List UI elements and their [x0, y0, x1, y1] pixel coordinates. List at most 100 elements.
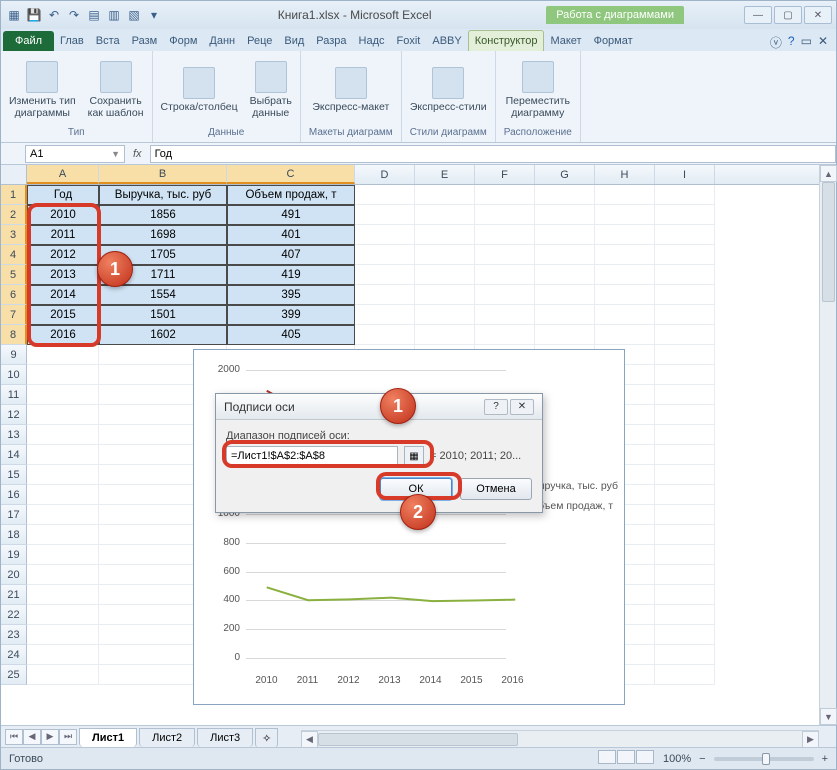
sheet-nav-prev-icon[interactable]: ◀ [23, 729, 41, 745]
cell[interactable] [535, 305, 595, 325]
cell[interactable] [655, 385, 715, 405]
minimize-ribbon-icon[interactable]: ⓥ [770, 34, 782, 51]
cell[interactable] [27, 385, 99, 405]
cell[interactable] [655, 245, 715, 265]
ribbon-tab[interactable]: Глав [54, 31, 90, 51]
cell[interactable]: 2010 [27, 205, 99, 225]
cell[interactable] [655, 645, 715, 665]
cell[interactable] [355, 245, 415, 265]
scroll-thumb[interactable] [318, 733, 518, 746]
cell[interactable]: 1501 [99, 305, 227, 325]
undo-icon[interactable]: ↶ [45, 6, 63, 24]
cell[interactable]: Год [27, 185, 99, 205]
spreadsheet-grid[interactable]: A B C D E F G H I 1ГодВыручка, тыс. рубО… [1, 165, 836, 725]
cell[interactable]: 399 [227, 305, 355, 325]
row-header[interactable]: 13 [1, 425, 27, 445]
cell[interactable] [595, 305, 655, 325]
cell[interactable] [27, 505, 99, 525]
cell[interactable] [595, 265, 655, 285]
cell[interactable] [355, 285, 415, 305]
cell[interactable] [595, 225, 655, 245]
cell[interactable]: 407 [227, 245, 355, 265]
new-sheet-tab[interactable]: ✧ [255, 728, 278, 748]
cell[interactable] [415, 185, 475, 205]
row-header[interactable]: 23 [1, 625, 27, 645]
scroll-right-icon[interactable]: ▶ [802, 731, 819, 748]
cancel-button[interactable]: Отмена [460, 478, 532, 500]
col-header[interactable]: H [595, 165, 655, 184]
cell[interactable] [27, 445, 99, 465]
row-header[interactable]: 24 [1, 645, 27, 665]
scroll-down-icon[interactable]: ▼ [820, 708, 837, 725]
cell[interactable] [655, 465, 715, 485]
cell[interactable] [27, 365, 99, 385]
ribbon-tab[interactable]: Foxit [391, 31, 427, 51]
window-restore-icon[interactable]: ▭ [801, 34, 812, 51]
cell[interactable]: 405 [227, 325, 355, 345]
sheet-tab[interactable]: Лист3 [197, 728, 253, 747]
row-header[interactable]: 20 [1, 565, 27, 585]
cell[interactable] [27, 625, 99, 645]
row-header[interactable]: 18 [1, 525, 27, 545]
cell[interactable] [475, 265, 535, 285]
cell[interactable] [415, 265, 475, 285]
cell[interactable] [27, 345, 99, 365]
cell[interactable] [595, 205, 655, 225]
cell[interactable] [655, 485, 715, 505]
scroll-left-icon[interactable]: ◀ [301, 731, 318, 748]
cell[interactable] [655, 225, 715, 245]
dialog-help-button[interactable]: ? [484, 399, 508, 415]
row-header[interactable]: 15 [1, 465, 27, 485]
select-all-corner[interactable] [1, 165, 27, 184]
cell[interactable] [535, 285, 595, 305]
ribbon-tab[interactable]: Вид [278, 31, 310, 51]
cell[interactable] [655, 285, 715, 305]
cell[interactable] [415, 305, 475, 325]
zoom-out-button[interactable]: − [699, 753, 705, 765]
save-template-button[interactable]: Сохранить как шаблон [88, 61, 144, 119]
cell[interactable] [355, 305, 415, 325]
scroll-thumb[interactable] [822, 182, 835, 302]
row-header[interactable]: 25 [1, 665, 27, 685]
cell[interactable] [655, 265, 715, 285]
cell[interactable]: 1698 [99, 225, 227, 245]
cell[interactable]: 2014 [27, 285, 99, 305]
row-header[interactable]: 1 [1, 185, 27, 205]
cell[interactable] [415, 245, 475, 265]
cell[interactable] [655, 565, 715, 585]
cell[interactable] [655, 325, 715, 345]
ribbon-tab[interactable]: Надс [353, 31, 391, 51]
zoom-in-button[interactable]: + [822, 753, 828, 765]
ribbon-tab[interactable]: Вста [90, 31, 126, 51]
col-header[interactable]: G [535, 165, 595, 184]
horizontal-scrollbar[interactable]: ◀ ▶ [301, 730, 819, 747]
cell[interactable] [655, 345, 715, 365]
help-icon[interactable]: ? [788, 34, 795, 51]
dialog-close-button[interactable]: ✕ [510, 399, 534, 415]
ribbon-tab[interactable]: Разм [126, 31, 164, 51]
cell[interactable] [475, 205, 535, 225]
cell[interactable] [655, 445, 715, 465]
cell[interactable] [415, 325, 475, 345]
cell[interactable]: 491 [227, 205, 355, 225]
move-chart-button[interactable]: Переместить диаграмму [506, 61, 570, 119]
qat-dropdown-icon[interactable]: ▾ [145, 6, 163, 24]
file-tab[interactable]: Файл [3, 31, 54, 51]
row-header[interactable]: 11 [1, 385, 27, 405]
qat-icon[interactable]: ▧ [125, 6, 143, 24]
cell[interactable]: Выручка, тыс. руб [99, 185, 227, 205]
view-buttons[interactable] [598, 750, 655, 767]
row-header[interactable]: 12 [1, 405, 27, 425]
sheet-tab[interactable]: Лист1 [79, 728, 137, 747]
formula-input[interactable]: Год [150, 145, 836, 163]
redo-icon[interactable]: ↷ [65, 6, 83, 24]
cell[interactable]: 1554 [99, 285, 227, 305]
cell[interactable] [475, 245, 535, 265]
minimize-button[interactable]: — [744, 6, 772, 24]
cell[interactable] [595, 285, 655, 305]
cell[interactable] [595, 185, 655, 205]
cell[interactable] [355, 265, 415, 285]
cell[interactable] [655, 505, 715, 525]
cell[interactable] [655, 605, 715, 625]
cell[interactable] [475, 185, 535, 205]
